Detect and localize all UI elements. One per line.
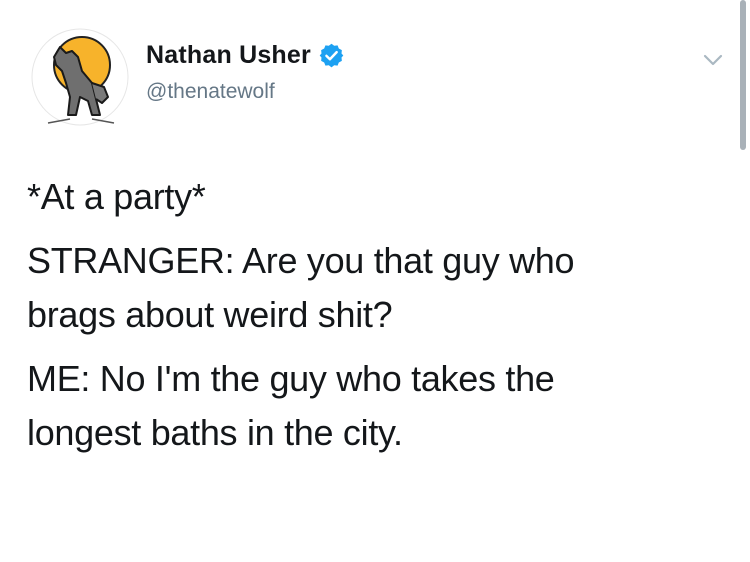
verified-badge-icon [319,43,344,68]
author-name-row[interactable]: Nathan Usher [146,41,345,70]
chevron-down-icon[interactable] [700,47,726,73]
tweet-line: longest baths in the city. [27,412,403,453]
tweet-line: ME: No I'm the guy who takes the [27,358,555,399]
tweet-paragraph-stranger: STRANGER: Are you that guy who brags abo… [27,234,727,342]
author-display-name[interactable]: Nathan Usher [146,41,311,70]
tweet-line: brags about weird shit? [27,294,393,335]
scrollbar[interactable] [740,0,746,150]
avatar[interactable] [30,27,130,127]
tweet-line-setting: *At a party* [27,176,206,217]
author-handle[interactable]: @thenatewolf [146,80,275,104]
tweet-text: *At a party* STRANGER: Are you that guy … [27,170,727,470]
tweet-line: STRANGER: Are you that guy who [27,240,575,281]
tweet-paragraph-me: ME: No I'm the guy who takes the longest… [27,352,727,460]
